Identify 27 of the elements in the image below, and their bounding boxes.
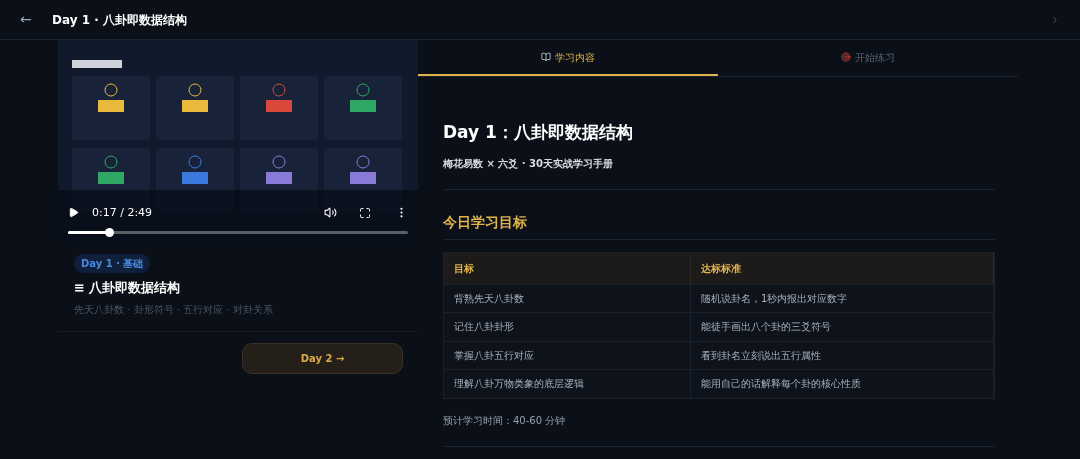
content-subtitle: 梅花易数 × 六爻 · 30天实战学习手册 — [443, 156, 615, 171]
table-cell: 理解八卦万物类象的底层逻辑 — [444, 370, 691, 398]
table-cell: 能徒手画出八个卦的三爻符号 — [691, 313, 994, 341]
study-time: 预计学习时间：40-60 分钟 — [443, 413, 567, 428]
progress-thumb[interactable] — [104, 228, 114, 237]
lesson-topics: 先天八卦数 · 卦形符号 · 五行对应 · 对卦关系 — [74, 302, 273, 317]
volume-icon[interactable] — [324, 206, 337, 220]
fullscreen-icon[interactable] — [359, 206, 371, 219]
play-icon[interactable] — [68, 207, 79, 219]
progress-track[interactable] — [68, 231, 408, 234]
section-heading: 今日学习目标 — [443, 211, 995, 240]
tab[interactable]: 学习内容 — [418, 40, 718, 76]
book-icon — [541, 52, 551, 62]
next-day-button[interactable]: Day 2 → — [242, 342, 403, 374]
column-header: 达标标准 — [691, 252, 994, 284]
column-header: 目标 — [444, 252, 691, 284]
video-time: 0:17 / 2:49 — [92, 204, 153, 221]
video-player[interactable]: 0:17 / 2:49 — [58, 40, 418, 242]
back-button[interactable]: ← — [20, 9, 40, 30]
content-title: Day 1：八卦即数据结构 — [443, 121, 634, 144]
target-icon — [841, 52, 851, 62]
lesson-title: ≡ 八卦即数据结构 — [74, 279, 181, 297]
table-cell: 能用自己的话解释每个卦的核心性质 — [691, 370, 994, 398]
day-badge: Day 1 · 基础 — [74, 254, 151, 273]
table-cell: 记住八卦卦形 — [444, 313, 691, 341]
tab[interactable]: 开始练习 — [718, 40, 1018, 76]
page-title: Day 1 · 八卦即数据结构 — [52, 11, 187, 29]
